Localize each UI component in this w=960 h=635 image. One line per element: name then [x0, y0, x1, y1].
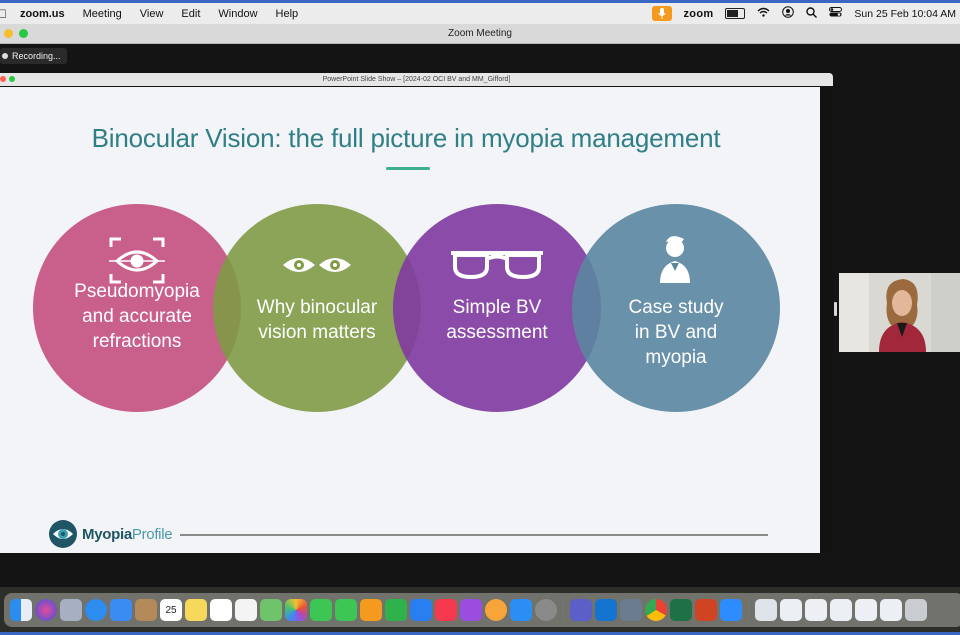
search-icon[interactable]: [806, 6, 818, 21]
microphone-icon[interactable]: [651, 6, 672, 21]
appstore-icon[interactable]: [510, 599, 532, 621]
circle-label-line: myopia: [645, 347, 707, 368]
ppt-window-controls: [0, 76, 15, 82]
dock-separator: [748, 598, 749, 622]
circle-label-line: Case study: [628, 297, 724, 318]
ppt-window-title: PowerPoint Slide Show – [2024-02 OCI BV …: [322, 76, 511, 83]
menubar-status-area: zoom Sun 25 Feb 10:04 AM: [651, 3, 956, 24]
circle-label-line: in BV and: [634, 322, 718, 343]
doc1-icon[interactable]: [780, 599, 802, 621]
siri-icon[interactable]: [35, 599, 57, 621]
calendar-icon[interactable]: 25: [160, 599, 182, 621]
user-account-icon[interactable]: [782, 6, 795, 21]
zoom-window-title: Zoom Meeting: [448, 28, 512, 39]
facetime-icon[interactable]: [335, 599, 357, 621]
doc2-icon[interactable]: [805, 599, 827, 621]
ppt-window-titlebar: PowerPoint Slide Show – [2024-02 OCI BV …: [0, 73, 833, 86]
recording-indicator[interactable]: Recording...: [0, 48, 67, 64]
ppt-fullscreen-button[interactable]: [9, 76, 15, 82]
messages-icon[interactable]: [310, 599, 332, 621]
settings-icon[interactable]: [535, 599, 557, 621]
launchpad-icon[interactable]: [60, 599, 82, 621]
macos-dock: 25: [4, 593, 960, 627]
shared-screen-ppt-window: PowerPoint Slide Show – [2024-02 OCI BV …: [0, 73, 833, 553]
dock-separator: [563, 598, 564, 622]
podcasts-icon[interactable]: [460, 599, 482, 621]
circle-label-bv-assessment: Simple BV assessment: [412, 295, 582, 345]
circle-label-binocular-vision: Why binocular vision matters: [232, 295, 402, 345]
participant-video-tile[interactable]: [839, 273, 960, 352]
menu-help[interactable]: Help: [276, 8, 299, 20]
presentation-slide: Binocular Vision: the full picture in my…: [0, 87, 820, 553]
doc3-icon[interactable]: [830, 599, 852, 621]
contacts-icon[interactable]: [135, 599, 157, 621]
circle-label-pseudomyopia: Pseudomyopia and accurate refractions: [52, 279, 222, 354]
notes-icon[interactable]: [185, 599, 207, 621]
circle-label-line: and accurate: [82, 306, 192, 327]
ppt-close-button[interactable]: [0, 76, 6, 82]
downloads-icon[interactable]: [755, 599, 777, 621]
circle-label-line: Why binocular: [256, 297, 378, 318]
footer-divider: [180, 534, 768, 536]
zoom-window-titlebar: Zoom Meeting: [0, 24, 960, 44]
zoom-icon[interactable]: [720, 599, 742, 621]
photos-icon[interactable]: [285, 599, 307, 621]
doc5-icon[interactable]: [880, 599, 902, 621]
control-center-icon[interactable]: [829, 7, 843, 20]
doc4-icon[interactable]: [855, 599, 877, 621]
numbers-icon[interactable]: [385, 599, 407, 621]
reminders-icon[interactable]: [235, 599, 257, 621]
menubar-app-name[interactable]: zoom.us: [20, 8, 65, 20]
trash-icon[interactable]: [905, 599, 927, 621]
excel-icon[interactable]: [670, 599, 692, 621]
participant-video-image: [839, 273, 960, 352]
mail-icon[interactable]: [110, 599, 132, 621]
slide-side-strip: [820, 87, 833, 553]
circle-label-line: assessment: [446, 322, 548, 343]
pages-icon[interactable]: [360, 599, 382, 621]
record-icon: [2, 53, 8, 59]
menu-meeting[interactable]: Meeting: [83, 8, 122, 20]
menubar-datetime[interactable]: Sun 25 Feb 10:04 AM: [854, 8, 956, 20]
safari-icon[interactable]: [85, 599, 107, 621]
maps-icon[interactable]: [260, 599, 282, 621]
circle-label-line: Simple BV: [452, 297, 542, 318]
myopia-profile-logo: MyopiaProfile: [48, 519, 173, 549]
menu-view[interactable]: View: [140, 8, 164, 20]
flower-icon[interactable]: [485, 599, 507, 621]
fullscreen-button[interactable]: [19, 29, 28, 38]
macos-menubar:  zoom.us Meeting View Edit Window Help …: [0, 3, 960, 24]
logo-text-profile: Profile: [131, 525, 173, 543]
circle-label-line: refractions: [92, 331, 182, 352]
minimize-button[interactable]: [4, 29, 13, 38]
teams-icon[interactable]: [570, 599, 592, 621]
music-icon[interactable]: [435, 599, 457, 621]
finder-icon[interactable]: [10, 599, 32, 621]
gallery-resize-handle[interactable]: [834, 302, 837, 316]
logo-text-myopia: Myopia: [82, 525, 132, 543]
keynote-icon[interactable]: [410, 599, 432, 621]
preview-icon[interactable]: [620, 599, 642, 621]
menu-window[interactable]: Window: [218, 8, 257, 20]
circle-label-line: Pseudomyopia: [74, 281, 200, 302]
menu-edit[interactable]: Edit: [181, 8, 200, 20]
window-controls: [4, 29, 28, 38]
logo-text: MyopiaProfile: [82, 525, 173, 543]
recording-label: Recording...: [12, 51, 61, 61]
outlook-icon[interactable]: [595, 599, 617, 621]
battery-icon[interactable]: [725, 8, 746, 19]
apple-icon[interactable]: : [0, 7, 10, 21]
freeform-icon[interactable]: [210, 599, 232, 621]
myopia-profile-eye-icon: [49, 520, 77, 548]
powerpoint-icon[interactable]: [695, 599, 717, 621]
circle-label-line: vision matters: [258, 322, 376, 343]
circle-label-case-study: Case study in BV and myopia: [591, 295, 761, 370]
wifi-icon[interactable]: [757, 7, 770, 20]
chrome-icon[interactable]: [645, 599, 667, 621]
zoom-status-label[interactable]: zoom: [684, 8, 714, 20]
